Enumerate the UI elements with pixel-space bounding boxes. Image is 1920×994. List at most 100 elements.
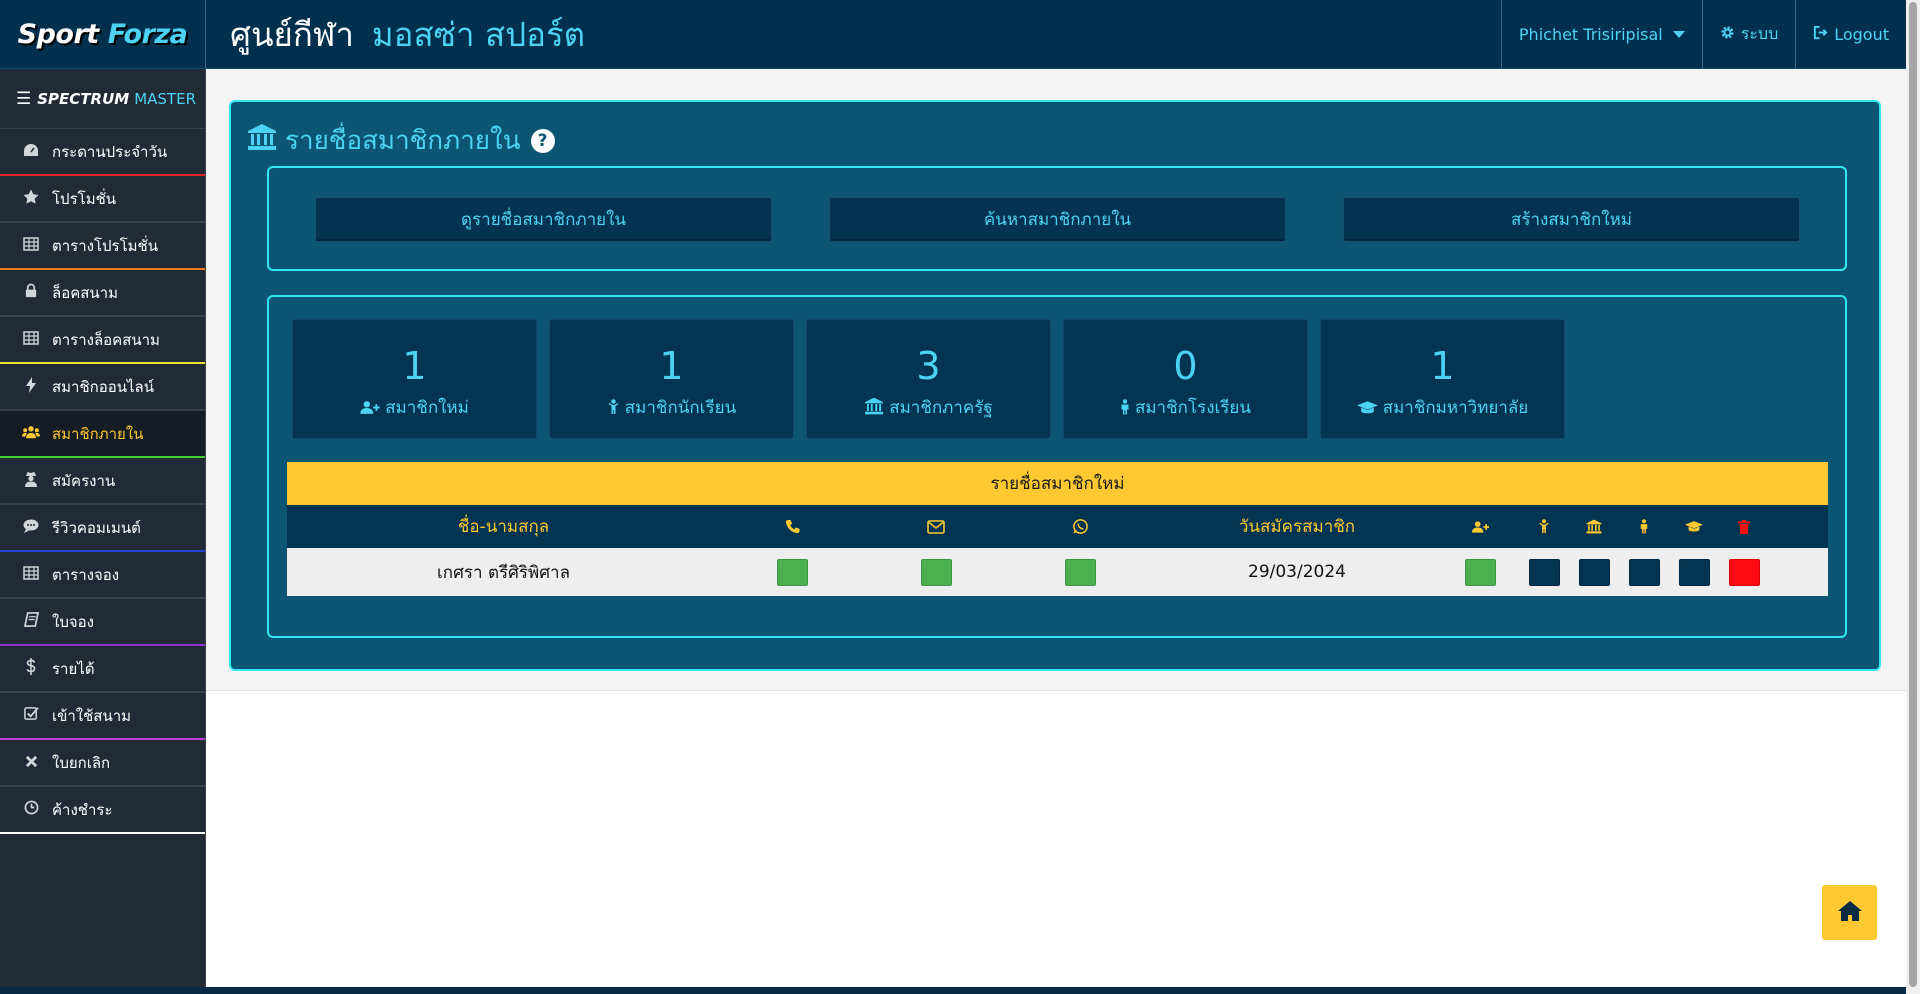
member-date: 29/03/2024: [1248, 562, 1346, 582]
user-name: Phichet Trisiripisal: [1518, 25, 1663, 44]
question-circle-icon[interactable]: ?: [530, 128, 555, 153]
new-member-toggle-cell: [1442, 548, 1519, 596]
home-button[interactable]: [1822, 885, 1877, 940]
stat-card-5[interactable]: 1 สมาชิกมหาวิทยาลัย: [1320, 319, 1565, 439]
sidebar-menu: กระดานประจำวันโปรโมชั่นตารางโปรโมชั่นล็อ…: [0, 129, 205, 834]
sidebar-item-7[interactable]: สมาชิกภายใน: [0, 411, 205, 458]
bolt-icon: [22, 376, 40, 397]
new-member-toggle[interactable]: [1465, 558, 1496, 586]
whatsapp-status[interactable]: [1064, 558, 1096, 586]
col-date-header: วันสมัครสมาชิก: [1238, 517, 1356, 537]
graduation-cap-icon: [1669, 505, 1719, 548]
member-name: เกศรา ตรีศิริพิศาล: [436, 562, 571, 583]
sidebar-item-10[interactable]: ตารางจอง: [0, 552, 205, 599]
top-navbar: Sport Forza ศูนย์กีฬา มอสซ่า สปอร์ต Phich…: [0, 0, 1906, 69]
brand-part2: Forza: [107, 19, 188, 50]
content-background: [206, 690, 1906, 987]
email-status[interactable]: [920, 558, 952, 586]
sidebar-item-1[interactable]: กระดานประจำวัน: [0, 129, 205, 176]
sidebar-header-part2: MASTER: [134, 89, 196, 108]
government-toggle[interactable]: [1578, 558, 1610, 586]
school-toggle[interactable]: [1628, 558, 1660, 586]
stat-card-3[interactable]: 3 สมาชิกภาครัฐ: [806, 319, 1051, 439]
bank-icon: [864, 397, 884, 420]
sidebar-item-8[interactable]: สมัครงาน: [0, 458, 205, 505]
page-scrollbar[interactable]: [1906, 0, 1920, 994]
sidebar-item-4[interactable]: ล็อคสนาม: [0, 270, 205, 317]
logout-button[interactable]: Logout: [1795, 0, 1906, 69]
sidebar-item-14[interactable]: ใบยกเลิก: [0, 740, 205, 787]
page-title-prefix: ศูนย์กีฬา: [230, 15, 354, 54]
university-toggle[interactable]: [1678, 558, 1710, 586]
phone-status[interactable]: [776, 558, 808, 586]
stat-value: 1: [402, 344, 427, 388]
male-icon: [1120, 399, 1130, 420]
table-row: เกศรา ตรีศิริพิศาล 29/03/2024: [287, 548, 1828, 596]
envelope-icon: [864, 505, 1008, 548]
bottom-strip: [0, 987, 1906, 994]
sidebar-item-9[interactable]: รีวิวคอมเมนต์: [0, 505, 205, 552]
user-menu-dropdown[interactable]: Phichet Trisiripisal: [1500, 0, 1702, 69]
users-icon: [22, 425, 40, 443]
scrollbar-thumb[interactable]: [1909, 2, 1917, 987]
sidebar-item-11[interactable]: ใบจอง: [0, 599, 205, 646]
home-icon: [1837, 900, 1863, 926]
phone-icon: [720, 505, 864, 548]
sidebar-item-5[interactable]: ตารางล็อคสนาม: [0, 317, 205, 364]
panel-title-text: รายชื่อสมาชิกภายใน: [285, 126, 521, 156]
logout-label: Logout: [1834, 25, 1889, 44]
bank-icon: [1569, 505, 1619, 548]
sidebar-item-15[interactable]: ค้างชำระ: [0, 787, 205, 834]
page-title-name: มอสซ่า สปอร์ต: [371, 15, 586, 54]
table-caption: รายชื่อสมาชิกใหม่: [287, 462, 1828, 505]
stat-card-1[interactable]: 1 สมาชิกใหม่: [292, 319, 537, 439]
view-members-button[interactable]: ดูรายชื่อสมาชิกภายใน: [315, 197, 772, 242]
stat-card-2[interactable]: 1 สมาชิกนักเรียน: [549, 319, 794, 439]
search-members-button[interactable]: ค้นหาสมาชิกภายใน: [829, 197, 1286, 242]
sign-out-icon: [1813, 25, 1828, 44]
system-label: ระบบ: [1740, 24, 1779, 43]
sidebar-item-3[interactable]: ตารางโปรโมชั่น: [0, 223, 205, 270]
dashboard-icon: [22, 143, 40, 161]
panel-title: รายชื่อสมาชิกภายใน ?: [247, 120, 555, 161]
brand-logo[interactable]: Sport Forza: [0, 0, 206, 69]
check-square-icon: [22, 706, 40, 725]
sidebar-item-2[interactable]: โปรโมชั่น: [0, 176, 205, 223]
sidebar-item-13[interactable]: เข้าใช้สนาม: [0, 693, 205, 740]
stat-value: 3: [916, 344, 941, 388]
action-buttons-box: ดูรายชื่อสมาชิกภายใน ค้นหาสมาชิกภายใน สร…: [267, 166, 1847, 271]
sidebar-header-part1: SPECTRUM: [37, 89, 130, 108]
sidebar-item-label: สมาชิกภายใน: [52, 424, 144, 443]
child-icon: [1519, 505, 1569, 548]
user-plus-icon: [1442, 505, 1519, 548]
male-icon: [1619, 505, 1669, 548]
lock-icon: [22, 283, 40, 302]
stat-label: สมาชิกใหม่: [385, 398, 469, 418]
trash-icon: [1719, 505, 1769, 548]
student-toggle[interactable]: [1528, 558, 1560, 586]
sidebar: ☰ SPECTRUM MASTER กระดานประจำวันโปรโมชั่…: [0, 69, 206, 994]
sidebar-item-label: กระดานประจำวัน: [52, 142, 168, 161]
create-member-button[interactable]: สร้างสมาชิกใหม่: [1343, 197, 1800, 242]
stat-value: 1: [1430, 344, 1455, 388]
sidebar-item-label: ตารางล็อคสนาม: [52, 330, 160, 349]
system-button[interactable]: ระบบ: [1701, 0, 1796, 69]
table-header: ชื่อ-นามสกุล วันสมัครสมาชิก: [287, 505, 1828, 548]
stat-card-4[interactable]: 0 สมาชิกโรงเรียน: [1063, 319, 1308, 439]
sidebar-item-6[interactable]: สมาชิกออนไลน์: [0, 364, 205, 411]
sidebar-item-label: รายได้: [52, 659, 95, 678]
university-toggle-cell: [1669, 548, 1719, 596]
sidebar-header[interactable]: ☰ SPECTRUM MASTER: [0, 69, 205, 129]
stat-label: สมาชิกโรงเรียน: [1134, 398, 1252, 418]
stat-label: สมาชิกนักเรียน: [624, 398, 737, 418]
main-content: รายชื่อสมาชิกภายใน ? ดูรายชื่อสมาชิกภายใ…: [206, 69, 1906, 987]
child-icon: [607, 399, 620, 420]
phone-status-cell: [720, 548, 864, 596]
sidebar-item-label: สมัครงาน: [52, 471, 116, 490]
sidebar-item-label: ตารางโปรโมชั่น: [52, 236, 158, 255]
page-title: ศูนย์กีฬา มอสซ่า สปอร์ต: [230, 0, 585, 69]
sidebar-item-12[interactable]: รายได้: [0, 646, 205, 693]
gear-icon: [1720, 25, 1735, 44]
table-icon: [22, 565, 40, 584]
delete-button[interactable]: [1728, 558, 1760, 586]
